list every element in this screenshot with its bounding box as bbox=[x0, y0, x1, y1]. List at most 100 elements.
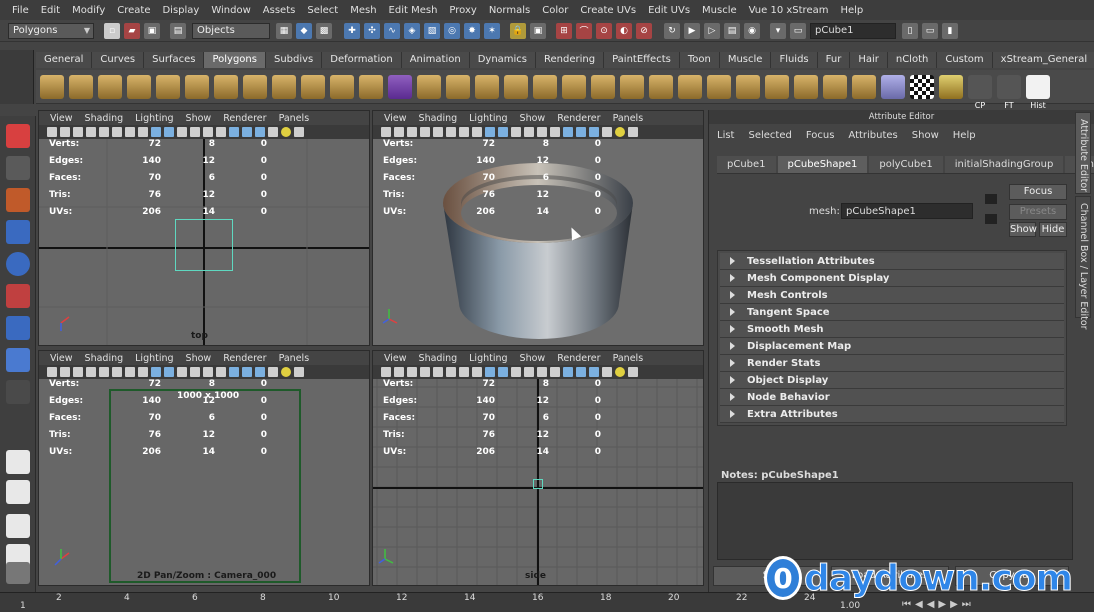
collapse-icon[interactable] bbox=[649, 74, 673, 99]
poly-plane-icon[interactable] bbox=[156, 74, 180, 99]
go-to-output-icon[interactable] bbox=[985, 214, 997, 224]
shelf-tab-hair[interactable]: Hair bbox=[850, 52, 888, 68]
bookmark-icon[interactable] bbox=[60, 367, 70, 377]
panel-menu-view[interactable]: View bbox=[44, 113, 79, 124]
rename-icon[interactable]: ▭ bbox=[790, 22, 806, 39]
shelf-tab-ncloth[interactable]: nCloth bbox=[887, 52, 938, 68]
shelf-tab-subdivs[interactable]: Subdivs bbox=[265, 52, 323, 68]
append-polygon-icon[interactable] bbox=[475, 74, 499, 99]
section-mesh-controls[interactable]: Mesh Controls bbox=[720, 287, 1064, 304]
automatic-mapping-icon[interactable] bbox=[765, 74, 789, 99]
separate-icon[interactable] bbox=[330, 74, 354, 99]
panel-layout-3-icon[interactable]: ▮ bbox=[942, 22, 958, 39]
resolution-gate-icon[interactable] bbox=[99, 127, 109, 137]
default-light-icon[interactable] bbox=[281, 127, 291, 137]
history-shelf-icon[interactable]: Hist bbox=[1026, 74, 1050, 110]
section-extra-attributes[interactable]: Extra Attributes bbox=[720, 406, 1064, 423]
shelf-tab-polygons[interactable]: Polygons bbox=[204, 52, 266, 68]
menu-set-dropdown[interactable]: Polygons ▼ bbox=[8, 22, 94, 39]
section-render-stats[interactable]: Render Stats bbox=[720, 355, 1064, 372]
wireframe-on-shaded-icon[interactable] bbox=[177, 127, 187, 137]
open-scene-icon[interactable]: ▰ bbox=[124, 22, 140, 39]
menu-window[interactable]: Window bbox=[205, 5, 256, 16]
isolate-icon[interactable] bbox=[563, 367, 573, 377]
bookmark-icon[interactable] bbox=[394, 367, 404, 377]
menu-select[interactable]: Select bbox=[301, 5, 344, 16]
lock-selection-icon[interactable]: 🔒 bbox=[510, 22, 526, 39]
panel-menu-show[interactable]: Show bbox=[180, 113, 218, 124]
panel-menu-renderer[interactable]: Renderer bbox=[217, 353, 272, 364]
bevel-icon[interactable] bbox=[591, 74, 615, 99]
average-vertices-icon[interactable] bbox=[388, 74, 412, 99]
shelf-tab-painteffects[interactable]: PaintEffects bbox=[604, 52, 680, 68]
cp-icon[interactable]: CP bbox=[968, 74, 992, 110]
viewport-top[interactable]: View Shading Lighting Show Renderer Pane… bbox=[38, 110, 370, 346]
smooth-shade-icon[interactable] bbox=[498, 127, 508, 137]
wireframe-icon[interactable] bbox=[151, 127, 161, 137]
isolate-icon[interactable] bbox=[229, 127, 239, 137]
panel-menu-show[interactable]: Show bbox=[180, 353, 218, 364]
shelf-tab-general[interactable]: General bbox=[36, 52, 93, 68]
menu-display[interactable]: Display bbox=[156, 5, 205, 16]
default-light-icon[interactable] bbox=[615, 127, 625, 137]
high-quality-icon[interactable] bbox=[589, 127, 599, 137]
menu-mesh[interactable]: Mesh bbox=[344, 5, 382, 16]
safe-action-icon[interactable] bbox=[138, 367, 148, 377]
object-mode-icon[interactable]: ◆ bbox=[296, 22, 312, 39]
select-curve-icon[interactable]: ∿ bbox=[384, 22, 400, 39]
select-deform-icon[interactable]: ▧ bbox=[424, 22, 440, 39]
panel-menu-view[interactable]: View bbox=[378, 113, 413, 124]
snap-grid-icon[interactable]: ⊞ bbox=[556, 22, 572, 39]
smooth-shade-icon[interactable] bbox=[164, 127, 174, 137]
antialias-icon[interactable] bbox=[628, 127, 638, 137]
panel-menu-panels[interactable]: Panels bbox=[607, 353, 650, 364]
history-icon[interactable]: ↻ bbox=[664, 22, 680, 39]
attr-menu-attributes[interactable]: Attributes bbox=[848, 130, 905, 141]
panel-menu-shading[interactable]: Shading bbox=[79, 113, 130, 124]
snap-curve-icon[interactable]: ⌒ bbox=[576, 22, 592, 39]
single-perspective-layout-icon[interactable] bbox=[6, 450, 30, 474]
bookmark-icon[interactable] bbox=[394, 127, 404, 137]
selection-mode-icon[interactable]: ▤ bbox=[170, 22, 186, 39]
menu-create-uvs[interactable]: Create UVs bbox=[574, 5, 642, 16]
section-tessellation-attributes[interactable]: Tessellation Attributes bbox=[720, 253, 1064, 270]
hypershade-icon[interactable]: ◉ bbox=[744, 22, 760, 39]
grid-toggle-icon[interactable] bbox=[73, 367, 83, 377]
save-scene-icon[interactable]: ▣ bbox=[144, 22, 160, 39]
object-name-field[interactable]: pCube1 bbox=[810, 22, 896, 39]
snap-view-plane-icon[interactable]: ◐ bbox=[616, 22, 632, 39]
shadows-icon[interactable] bbox=[242, 127, 252, 137]
poly-helix-icon[interactable] bbox=[272, 74, 296, 99]
xray-icon[interactable] bbox=[524, 367, 534, 377]
menu-file[interactable]: File bbox=[6, 5, 35, 16]
shelf-tab-rendering[interactable]: Rendering bbox=[536, 52, 605, 68]
shelf-tab-surfaces[interactable]: Surfaces bbox=[144, 52, 205, 68]
textured-icon[interactable] bbox=[537, 127, 547, 137]
antialias-icon[interactable] bbox=[294, 367, 304, 377]
grid-toggle-icon[interactable] bbox=[73, 127, 83, 137]
xray-icon[interactable] bbox=[190, 367, 200, 377]
attr-menu-show[interactable]: Show bbox=[912, 130, 947, 141]
safe-action-icon[interactable] bbox=[472, 127, 482, 137]
component-mode-icon[interactable]: ▩ bbox=[316, 22, 332, 39]
snap-point-icon[interactable]: ⊙ bbox=[596, 22, 612, 39]
shadows-icon[interactable] bbox=[576, 127, 586, 137]
spherical-mapping-icon[interactable] bbox=[736, 74, 760, 99]
poly-torus-icon[interactable] bbox=[185, 74, 209, 99]
focus-button[interactable]: Focus bbox=[1009, 184, 1067, 200]
menu-assets[interactable]: Assets bbox=[257, 5, 302, 16]
ambient-occlusion-icon[interactable] bbox=[268, 367, 278, 377]
grid-toggle-icon[interactable] bbox=[407, 127, 417, 137]
safe-action-icon[interactable] bbox=[472, 367, 482, 377]
hierarchy-mode-icon[interactable]: ▦ bbox=[276, 22, 292, 39]
uv-layout-icon[interactable] bbox=[939, 74, 963, 99]
viewport-side[interactable]: View Shading Lighting Show Renderer Pane… bbox=[372, 350, 704, 586]
xray-icon[interactable] bbox=[190, 127, 200, 137]
wireframe-icon[interactable] bbox=[485, 127, 495, 137]
textured-icon[interactable] bbox=[537, 367, 547, 377]
bookmark-icon[interactable] bbox=[60, 127, 70, 137]
harden-edge-icon[interactable] bbox=[852, 74, 876, 99]
viewport-perspective[interactable]: View Shading Lighting Show Renderer Pane… bbox=[372, 110, 704, 346]
gate-mask-icon[interactable] bbox=[112, 127, 122, 137]
panel-menu-lighting[interactable]: Lighting bbox=[463, 113, 513, 124]
